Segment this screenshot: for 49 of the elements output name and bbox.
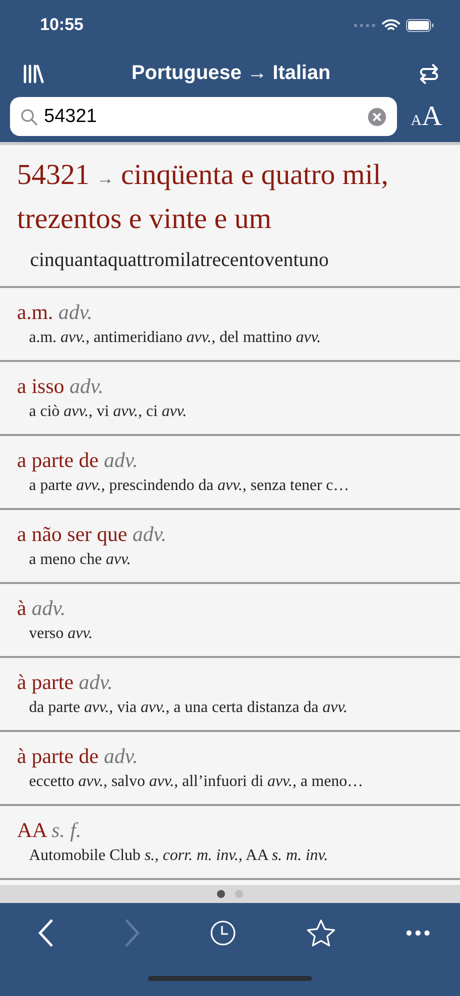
entry-term: AA [17,818,46,842]
clear-icon[interactable] [368,108,386,126]
star-icon[interactable] [306,919,336,947]
entry-term: à [17,596,26,620]
battery-icon [406,18,434,32]
page-dot[interactable] [217,890,225,898]
entry-term: à parte [17,670,74,694]
entry-translation: eccetto avv., salvo avv., all’infuori di avv., a meno… [29,772,364,792]
more-icon[interactable] [406,930,430,936]
entry-row[interactable]: à parte de adv. eccetto avv., salvo avv., all’infuori di avv., a meno… [0,732,460,806]
part-of-speech: adv. [104,744,138,768]
result-heading: 54321 → cinqüenta e quatro mil, trezentos e vinte e um [17,158,390,237]
entry-term: a isso [17,374,64,398]
entry-row[interactable]: à adv. verso avv. [0,584,460,658]
clock-icon[interactable] [210,920,236,946]
part-of-speech: adv. [78,670,113,694]
wifi-icon [382,18,400,32]
back-icon[interactable] [38,918,54,948]
entry-translation: a meno che avv. [29,550,132,570]
font-size-button[interactable]: AA [410,100,442,132]
entry-term: à parte de [17,744,99,768]
entry-translation: da parte avv., via avv., a una certa distanza da avv. [29,698,348,718]
result-translation: cinquantaquattromilatrecentoventuno [30,249,330,272]
nav-title: Portuguese → Italian [132,62,330,85]
entry-translation: a parte avv., prescindendo da avv., senza tener c… [29,476,350,496]
part-of-speech: adv. [132,522,166,546]
entry-row[interactable]: à parte adv. da parte avv., via avv., a una certa distanza da avv. [0,658,460,732]
entry-row[interactable]: a não ser que adv. a meno che avv. [0,510,460,584]
entry-term: a.m. [17,300,54,324]
entry-term: a não ser que [17,522,128,546]
entry-translation: a.m. avv., antimeridiano avv., del mattino avv. [29,328,322,348]
entry-term: a parte de [17,448,99,472]
search-icon [20,108,38,126]
signal-icon [354,22,376,28]
part-of-speech: adv. [58,300,92,324]
status-time: 10:55 [40,15,84,35]
entry-row[interactable]: a.m. adv. a.m. avv., antimeridiano avv., del mattino avv. [0,288,460,362]
part-of-speech: adv. [70,374,104,398]
entry-row[interactable]: a isso adv. a ciò avv., vi avv., ci avv. [0,362,460,436]
part-of-speech: adv. [104,448,138,472]
search-field[interactable]: 54321 [10,97,397,136]
part-of-speech: s. f. [51,818,82,842]
entry-translation: a ciò avv., vi avv., ci avv. [29,402,188,422]
page-dot[interactable] [235,890,243,898]
entry-row[interactable]: a parte de adv. a parte avv., prescindendo da avv., senza tener c… [0,436,460,510]
part-of-speech: adv. [32,596,66,620]
entry-row[interactable]: AA s. f. Automobile Club s., corr. m. inv., AA s. m. inv. [0,806,460,880]
entry-translation: verso avv. [29,624,94,644]
entry-translation: Automobile Club s., corr. m. inv., AA s. m. inv. [29,846,329,866]
